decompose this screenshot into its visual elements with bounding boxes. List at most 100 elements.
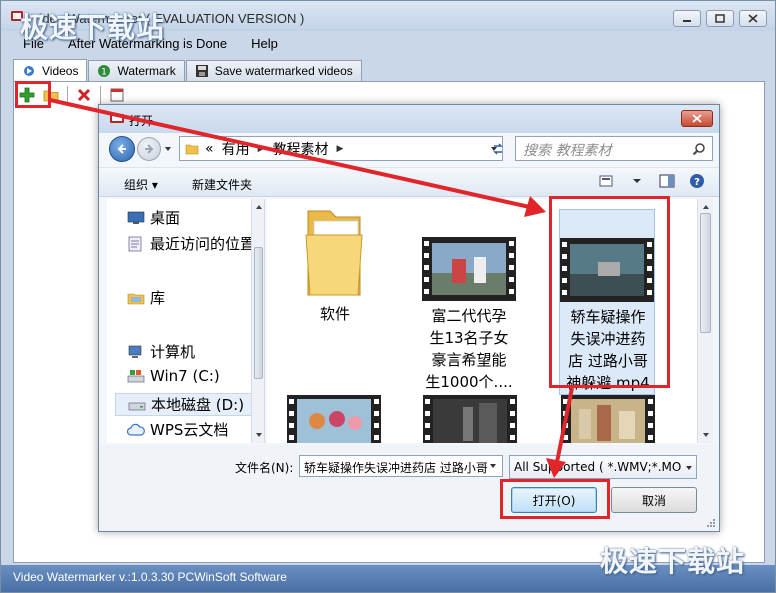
folder-icon xyxy=(185,144,199,154)
filename-input[interactable]: 轿车疑操作失误冲进药店 过路小哥 xyxy=(299,455,503,477)
watermark-top: 极速下载站 xyxy=(20,11,166,44)
new-folder-button[interactable]: 新建文件夹 xyxy=(192,176,252,193)
tab-watermark[interactable]: 1 Watermark xyxy=(88,60,185,81)
highlight-add-button xyxy=(15,81,51,108)
forward-button[interactable] xyxy=(137,137,161,161)
tab-save-watermarked[interactable]: Save watermarked videos xyxy=(185,60,362,81)
back-button[interactable] xyxy=(109,136,135,162)
status-text: Video Watermarker v.:1.0.3.30 PCWinSoft … xyxy=(13,570,287,584)
view-controls: ? xyxy=(599,173,705,189)
address-segment-useful[interactable]: 有用 xyxy=(222,139,250,159)
scroll-down-icon[interactable] xyxy=(702,431,710,439)
navigation-row: « 有用 ▶ 教程素材 ▶ 搜索 教程素材 xyxy=(107,134,713,164)
recent-places-icon xyxy=(128,236,142,251)
menu-help[interactable]: Help xyxy=(239,34,290,53)
highlight-open-button xyxy=(500,479,610,519)
help-icon[interactable]: ? xyxy=(689,173,705,189)
nav-computer[interactable]: 计算机 xyxy=(127,341,195,362)
tab-watermark-label: Watermark xyxy=(117,64,176,78)
file-list-scroll-thumb[interactable] xyxy=(700,213,711,333)
file-item-folder[interactable]: 软件 xyxy=(287,205,383,325)
recent-locations-dropdown-icon[interactable] xyxy=(163,144,173,154)
scroll-up-icon[interactable] xyxy=(702,203,710,211)
tab-save-label: Save watermarked videos xyxy=(214,64,353,78)
address-overflow[interactable]: « xyxy=(205,141,214,157)
search-icon[interactable] xyxy=(692,142,706,156)
filename-dropdown-icon[interactable] xyxy=(489,462,497,470)
address-bar[interactable]: « 有用 ▶ 教程素材 ▶ xyxy=(179,136,503,161)
filename-label: 文件名(N): xyxy=(235,461,294,475)
file-label-line-2: 生13名子女 xyxy=(429,329,509,347)
nav-drive-d[interactable]: 本地磁盘 (D:) xyxy=(115,393,263,416)
video-thumbnail-icon[interactable] xyxy=(287,395,381,443)
folder-icon xyxy=(305,210,363,296)
window-controls xyxy=(673,10,767,27)
close-icon xyxy=(692,114,702,123)
desktop-icon xyxy=(127,211,145,224)
nav-drive-c-label: Win7 (C:) xyxy=(150,367,220,385)
file-list-scrollbar[interactable] xyxy=(697,199,713,443)
nav-drive-d-label: 本地磁盘 (D:) xyxy=(151,396,245,414)
maximize-button[interactable] xyxy=(706,10,734,27)
close-button[interactable] xyxy=(739,10,767,27)
organize-button[interactable]: 组织 ▾ xyxy=(124,176,158,193)
address-chevron-icon-2[interactable]: ▶ xyxy=(337,144,344,154)
system-drive-icon xyxy=(127,370,145,383)
cancel-button[interactable]: 取消 xyxy=(611,487,697,513)
change-view-icon[interactable] xyxy=(599,173,615,189)
resize-grip-icon[interactable] xyxy=(706,518,716,528)
navigation-pane: 桌面 最近访问的位置 库 计算机 Win7 (C:) 本地磁盘 (D:) WPS… xyxy=(107,199,265,443)
video-thumbnail-icon[interactable] xyxy=(561,395,655,443)
nav-desktop[interactable]: 桌面 xyxy=(127,207,180,228)
nav-recent-places[interactable]: 最近访问的位置 xyxy=(127,233,255,254)
nav-wps-cloud[interactable]: WPS云文档 xyxy=(127,419,228,440)
minimize-icon xyxy=(683,20,691,22)
scroll-up-icon[interactable] xyxy=(255,203,263,211)
nav-desktop-label: 桌面 xyxy=(150,209,181,227)
file-label-line-4: 生1000个.... xyxy=(425,373,513,391)
save-icon xyxy=(195,65,208,77)
search-placeholder: 搜索 教程素材 xyxy=(523,143,612,159)
dialog-app-icon xyxy=(110,114,124,123)
toolbar-separator xyxy=(67,86,68,104)
filter-dropdown-icon[interactable] xyxy=(685,464,693,472)
file-label: 软件 xyxy=(319,305,350,323)
preview-pane-icon[interactable] xyxy=(659,173,675,189)
clear-list-button[interactable] xyxy=(106,84,128,106)
file-type-filter[interactable]: All Supported ( *.WMV;*.MO xyxy=(509,455,697,479)
search-box[interactable]: 搜索 教程素材 xyxy=(515,136,713,161)
file-item-video-1[interactable]: 富二代代孕 生13名子女 豪言希望能 生1000个.... xyxy=(421,209,517,393)
nav-libraries-label: 库 xyxy=(150,289,166,307)
toolbar-separator-2 xyxy=(100,86,101,104)
nav-scrollbar[interactable] xyxy=(251,199,264,443)
nav-wps-cloud-label: WPS云文档 xyxy=(150,421,229,439)
dialog-footer: 文件名(N): 轿车疑操作失误冲进药店 过路小哥 All Supported (… xyxy=(99,445,719,531)
computer-icon xyxy=(128,345,142,358)
remove-video-button[interactable] xyxy=(73,84,95,106)
view-dropdown-icon[interactable] xyxy=(629,173,645,189)
tab-videos[interactable]: Videos xyxy=(13,59,88,81)
refresh-icon xyxy=(493,142,503,155)
nav-recent-label: 最近访问的位置 xyxy=(150,235,256,253)
refresh-button[interactable] xyxy=(485,136,511,161)
address-chevron-icon[interactable]: ▶ xyxy=(258,144,265,154)
file-label-line-1: 富二代代孕 xyxy=(431,307,507,325)
nav-drive-c[interactable]: Win7 (C:) xyxy=(127,367,220,385)
video-thumbnail-icon xyxy=(422,237,516,301)
command-bar: 组织 ▾ 新建文件夹 ? xyxy=(99,167,719,197)
svg-text:?: ? xyxy=(694,177,700,188)
video-thumbnail-icon[interactable] xyxy=(423,395,517,443)
nav-scroll-thumb[interactable] xyxy=(254,247,263,379)
clear-list-icon xyxy=(110,88,124,102)
dialog-close-button[interactable] xyxy=(681,110,713,127)
file-label-line-3: 豪言希望能 xyxy=(431,351,507,369)
arrow-left-icon xyxy=(117,144,126,154)
address-segment-tutorial[interactable]: 教程素材 xyxy=(273,139,329,159)
hard-drive-icon xyxy=(128,402,146,410)
close-icon xyxy=(748,14,758,23)
dialog-title: 打开 xyxy=(129,114,154,128)
scroll-down-icon[interactable] xyxy=(255,431,263,439)
cloud-icon xyxy=(127,423,145,436)
minimize-button[interactable] xyxy=(673,10,701,27)
nav-libraries[interactable]: 库 xyxy=(127,287,165,308)
